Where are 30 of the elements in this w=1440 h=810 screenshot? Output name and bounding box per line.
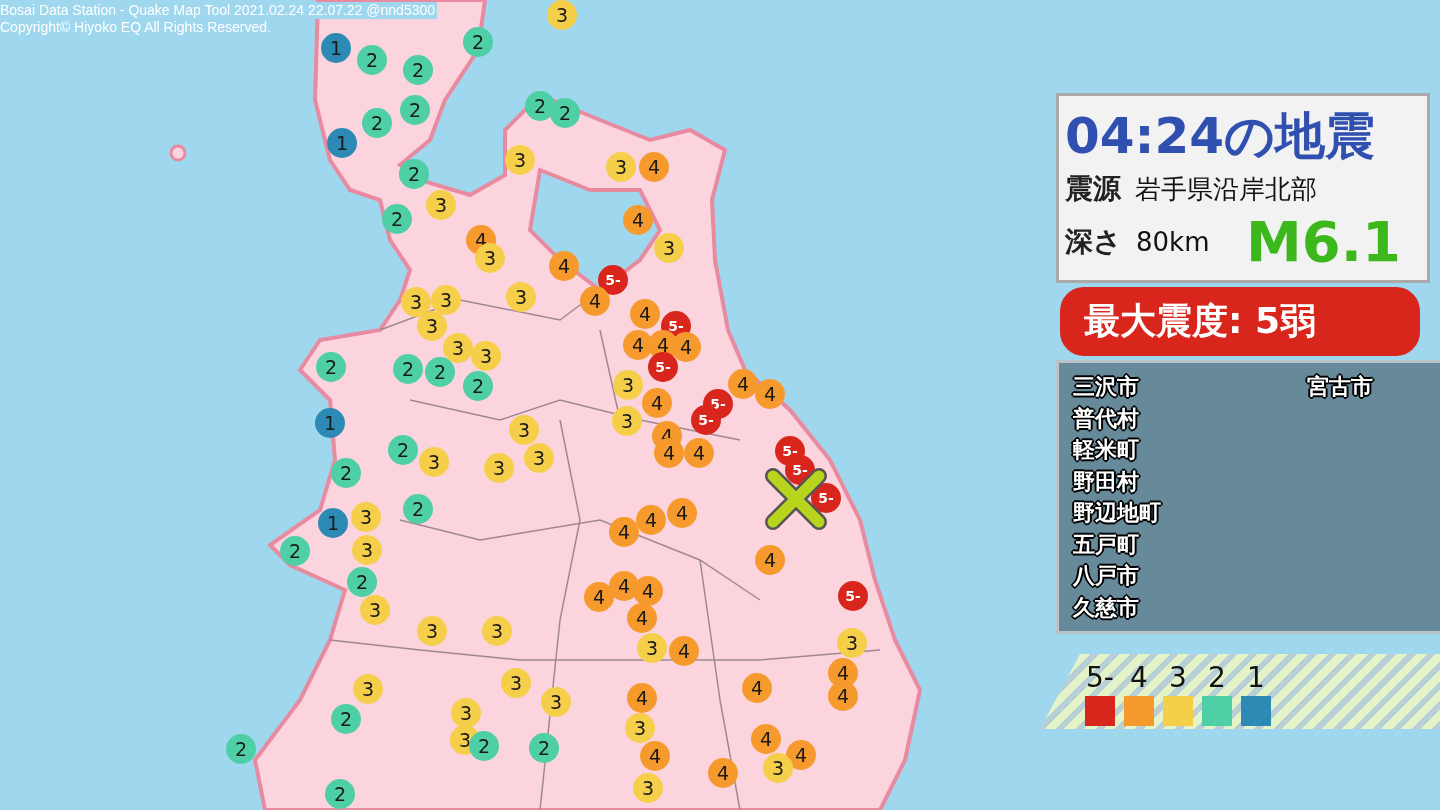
area-name: 軽米町 [1073, 436, 1140, 464]
depth-label: 深さ [1065, 224, 1122, 260]
magnitude-value: M6.1 [1246, 212, 1401, 272]
area-name: 八戸市 [1073, 562, 1140, 590]
legend-label: 3 [1169, 662, 1187, 694]
legend-label: 5- [1086, 662, 1114, 694]
intensity-marker: 3 [547, 0, 577, 30]
legend-label: 4 [1130, 662, 1148, 694]
intensity-marker: 4 [755, 379, 785, 409]
intensity-marker: 2 [550, 98, 580, 128]
area-name: 野辺地町 [1073, 499, 1162, 527]
area-name: 野田村 [1073, 467, 1140, 496]
quake-title: 04:24の地震 [1065, 106, 1377, 166]
area-name: 宮古市 [1307, 373, 1374, 401]
intensity-marker: 1 [315, 408, 345, 438]
area-name: 普代村 [1073, 404, 1140, 433]
intensity-marker: 2 [463, 27, 493, 57]
area-name: 久慈市 [1073, 593, 1140, 622]
epicenter-label: 震源 [1065, 171, 1121, 207]
area-name: 三沢市 [1073, 373, 1140, 401]
island-drawing [169, 144, 187, 162]
app-title: Bosai Data Station - Quake Map Tool 2021.02.24 22.07.22 @nnd5300 [0, 2, 438, 19]
legend-label: 2 [1208, 662, 1226, 694]
depth-value: 80km [1136, 227, 1210, 257]
copyright-text: Copyright© Hiyoko EQ All Rights Reserved. [0, 19, 273, 36]
max-intensity-banner: 最大震度: 5弱 [1060, 287, 1420, 356]
legend-label: 1 [1247, 662, 1265, 694]
area-name: 五戸町 [1073, 530, 1140, 559]
epicenter-value: 岩手県沿岸北部 [1135, 172, 1317, 206]
intensity-marker: 2 [226, 734, 256, 764]
